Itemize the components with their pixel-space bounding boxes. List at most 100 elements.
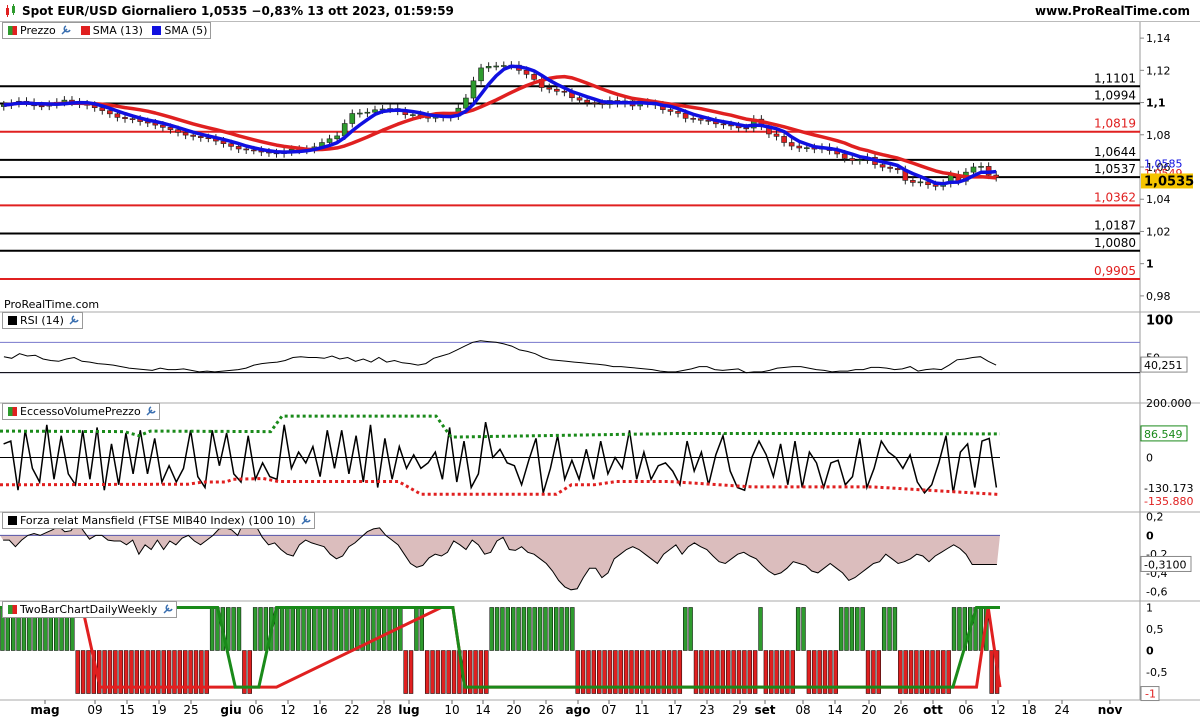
candle-body bbox=[773, 133, 780, 137]
bar-up bbox=[489, 607, 494, 651]
x-tick-label: 09 bbox=[87, 703, 102, 717]
bar-down bbox=[989, 650, 994, 694]
candle-body bbox=[129, 118, 136, 120]
wrench-icon[interactable] bbox=[163, 603, 173, 614]
rsi-tick: 100 bbox=[1146, 314, 1173, 329]
x-tick-label: 20 bbox=[506, 703, 521, 717]
x-tick-label: 19 bbox=[151, 703, 166, 717]
volume-lower-label: -135.880 bbox=[1144, 495, 1193, 508]
bar-up bbox=[338, 607, 344, 651]
x-tick-label: ago bbox=[566, 703, 591, 717]
bar-up bbox=[290, 607, 295, 651]
y-tick-label: 1,12 bbox=[1146, 64, 1171, 77]
candle-body bbox=[167, 127, 174, 130]
x-tick-label: mag bbox=[30, 703, 59, 717]
candle-body bbox=[175, 129, 181, 133]
rsi-line bbox=[3, 340, 997, 374]
y-tick-label: 1 bbox=[1146, 258, 1154, 271]
bar-up bbox=[855, 607, 860, 651]
candle-body bbox=[970, 166, 977, 173]
bar-down bbox=[451, 650, 457, 694]
bar-up bbox=[387, 607, 392, 651]
level-label: 1,0819 bbox=[1094, 117, 1136, 131]
bar-up bbox=[279, 607, 285, 651]
x-tick-label: 17 bbox=[667, 703, 682, 717]
volume-legend[interactable]: EccessoVolumePrezzo bbox=[2, 403, 161, 420]
bar-up bbox=[209, 607, 215, 651]
candle-body bbox=[879, 164, 886, 168]
candle-body bbox=[114, 113, 121, 118]
level-label: 0,9905 bbox=[1094, 264, 1136, 278]
chart-canvas[interactable]: 1,11011,09941,08191,06441,05371,03621,01… bbox=[0, 22, 1200, 720]
x-tick-label: 23 bbox=[699, 703, 714, 717]
bar-up bbox=[570, 607, 575, 651]
x-tick-label: 22 bbox=[344, 703, 359, 717]
bar-up bbox=[312, 607, 317, 651]
wrench-icon[interactable] bbox=[61, 24, 71, 35]
candle-body bbox=[364, 111, 371, 114]
bar-up bbox=[317, 607, 322, 651]
candle-body bbox=[326, 138, 333, 143]
volume-legend-label: EccessoVolumePrezzo bbox=[20, 405, 141, 418]
price-legend-label: Prezzo bbox=[20, 24, 56, 37]
x-tick-label: 15 bbox=[119, 703, 134, 717]
x-tick-label: 07 bbox=[601, 703, 616, 717]
bar-up bbox=[500, 607, 505, 651]
bar-down bbox=[446, 650, 451, 694]
bar-up bbox=[494, 607, 500, 651]
bar-up bbox=[957, 607, 962, 651]
candle-body bbox=[182, 132, 189, 136]
candle-body bbox=[243, 148, 250, 151]
candle-body bbox=[523, 70, 530, 75]
bar-up bbox=[231, 607, 236, 651]
x-tick-label: 25 bbox=[183, 703, 198, 717]
candle-body bbox=[584, 99, 590, 103]
twobar-legend[interactable]: TwoBarChartDailyWeekly bbox=[2, 601, 177, 618]
level-label: 1,0362 bbox=[1094, 190, 1136, 204]
candle-body bbox=[697, 118, 704, 121]
candle-icon bbox=[5, 4, 17, 17]
candle-body bbox=[804, 147, 810, 149]
bar-up bbox=[414, 607, 419, 651]
bar-up bbox=[301, 607, 306, 651]
bar-up bbox=[376, 607, 381, 651]
bar-up bbox=[688, 607, 693, 651]
candle-body bbox=[576, 97, 583, 101]
candle-body bbox=[887, 166, 893, 169]
sma13-legend-label: SMA (13) bbox=[92, 24, 143, 37]
bar-up bbox=[505, 607, 511, 651]
x-tick-label: 29 bbox=[732, 703, 747, 717]
bar-up bbox=[801, 607, 806, 651]
bar-up bbox=[532, 607, 537, 651]
mansfield-tick: 0 bbox=[1146, 529, 1154, 542]
bar-up bbox=[758, 607, 763, 651]
bar-up bbox=[838, 607, 844, 651]
price-legend[interactable]: Prezzo SMA (13) SMA (5) bbox=[2, 22, 212, 39]
mansfield-legend[interactable]: Forza relat Mansfield (FTSE MIB40 Index)… bbox=[2, 512, 316, 529]
rsi-legend[interactable]: RSI (14) bbox=[2, 312, 84, 329]
wrench-icon[interactable] bbox=[69, 314, 80, 325]
y-tick-label: 1,1 bbox=[1146, 97, 1166, 110]
x-tick-label: 20 bbox=[861, 703, 876, 717]
volume-lower-band bbox=[0, 476, 1001, 496]
bar-up bbox=[252, 607, 258, 651]
bar-up bbox=[548, 607, 554, 651]
candle-body bbox=[675, 111, 681, 114]
bar-up bbox=[295, 607, 301, 651]
bar-down bbox=[441, 650, 446, 694]
candle-body bbox=[38, 105, 45, 108]
x-tick-label: 10 bbox=[444, 703, 459, 717]
rsi-last-label: 40,251 bbox=[1144, 359, 1183, 372]
site-label[interactable]: www.ProRealTime.com bbox=[1035, 4, 1190, 18]
twobar-swatch bbox=[8, 605, 17, 614]
bar-down bbox=[403, 650, 408, 694]
x-tick-label: set bbox=[754, 703, 775, 717]
wrench-icon[interactable] bbox=[301, 514, 311, 525]
volume-tick: 0 bbox=[1146, 452, 1153, 465]
candle-body bbox=[720, 123, 727, 126]
bar-up bbox=[849, 607, 855, 651]
wrench-icon[interactable] bbox=[146, 405, 156, 416]
y-tick-label: 1,04 bbox=[1146, 193, 1171, 206]
candle-body bbox=[197, 136, 204, 138]
sma13-line bbox=[3, 74, 997, 180]
